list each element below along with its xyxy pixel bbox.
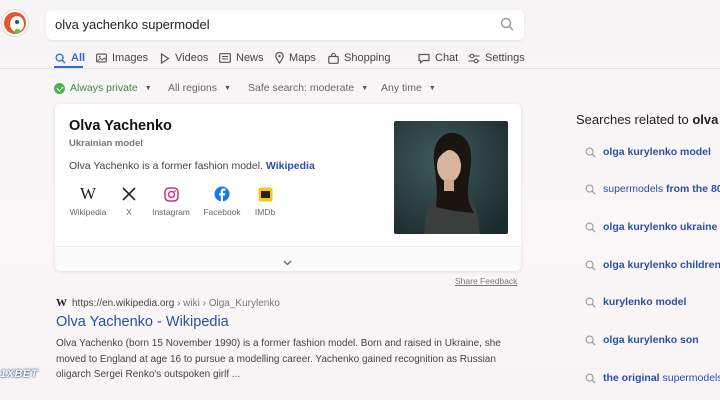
related-search-item[interactable]: the original supermodels [585, 372, 720, 384]
tab-news[interactable]: News [219, 48, 264, 68]
map-pin-icon [275, 52, 284, 64]
search-icon [585, 335, 596, 346]
result-title-link[interactable]: Olva Yachenko - Wikipedia [56, 314, 229, 330]
search-icon [55, 52, 66, 64]
settings-icon [468, 53, 480, 63]
watermark-logo: 1XBET [0, 368, 38, 380]
time-filter[interactable]: Any time ▼ [381, 82, 436, 94]
tab-images[interactable]: Images [96, 48, 148, 68]
safe-search-filter[interactable]: Safe search: moderate ▼ [248, 82, 368, 94]
privacy-filter[interactable]: Always private ▼ [54, 82, 152, 94]
share-feedback-link[interactable]: Share Feedback [455, 276, 517, 286]
wikipedia-favicon-icon: W [56, 297, 67, 309]
tab-all[interactable]: All [55, 48, 85, 68]
play-icon [160, 52, 170, 64]
search-icon [585, 297, 596, 308]
chat-icon [418, 53, 430, 64]
result-url[interactable]: W https://en.wikipedia.org › wiki › Olga… [56, 297, 280, 309]
search-icon[interactable] [500, 17, 514, 36]
tab-maps[interactable]: Maps [275, 48, 316, 68]
related-search-item[interactable]: supermodels from the 80 [585, 183, 720, 195]
imdb-icon [235, 184, 295, 204]
entity-description: Olva Yachenko is a former fashion model.… [69, 160, 315, 172]
search-icon [585, 373, 596, 384]
wikipedia-source-link[interactable]: Wikipedia [266, 160, 315, 172]
search-icon [585, 184, 596, 195]
region-filter[interactable]: All regions ▼ [168, 82, 231, 94]
related-search-item[interactable]: olga kurylenko model [585, 146, 711, 158]
tab-chat[interactable]: Chat [418, 48, 458, 68]
search-input[interactable]: olva yachenko supermodel [55, 17, 210, 32]
entity-name: Olva Yachenko [69, 118, 172, 134]
caret-down-icon: ▼ [428, 84, 436, 92]
check-icon [54, 82, 65, 94]
shopping-bag-icon [328, 52, 339, 64]
search-icon [585, 222, 596, 233]
related-search-item[interactable]: kurylenko model [585, 296, 686, 308]
tab-videos[interactable]: Videos [160, 48, 208, 68]
entity-subtitle: Ukrainian model [69, 138, 143, 149]
header-divider [0, 68, 720, 69]
search-box[interactable]: olva yachenko supermodel [46, 10, 524, 40]
related-searches-heading: Searches related to olva [576, 112, 719, 127]
next-result-cutoff [56, 391, 356, 400]
caret-down-icon: ▼ [224, 84, 231, 92]
related-search-item[interactable]: olga kurylenko children [585, 259, 720, 271]
chevron-down-icon[interactable] [283, 253, 292, 271]
image-icon [96, 53, 107, 63]
caret-down-icon: ▼ [144, 84, 152, 92]
caret-down-icon: ▼ [361, 84, 369, 92]
tab-shopping[interactable]: Shopping [328, 48, 391, 68]
news-icon [219, 53, 231, 63]
social-imdb[interactable]: IMDb [235, 184, 295, 217]
related-search-item[interactable]: olga kurylenko ukraine [585, 221, 717, 233]
related-search-item[interactable]: olga kurylenko son [585, 334, 699, 346]
entity-photo[interactable] [394, 121, 508, 234]
result-snippet: Olva Yachenko (born 15 November 1990) is… [56, 338, 501, 380]
search-icon [585, 260, 596, 271]
search-icon [585, 147, 596, 158]
tab-settings[interactable]: Settings [468, 48, 525, 68]
duckduckgo-logo[interactable] [2, 10, 28, 36]
